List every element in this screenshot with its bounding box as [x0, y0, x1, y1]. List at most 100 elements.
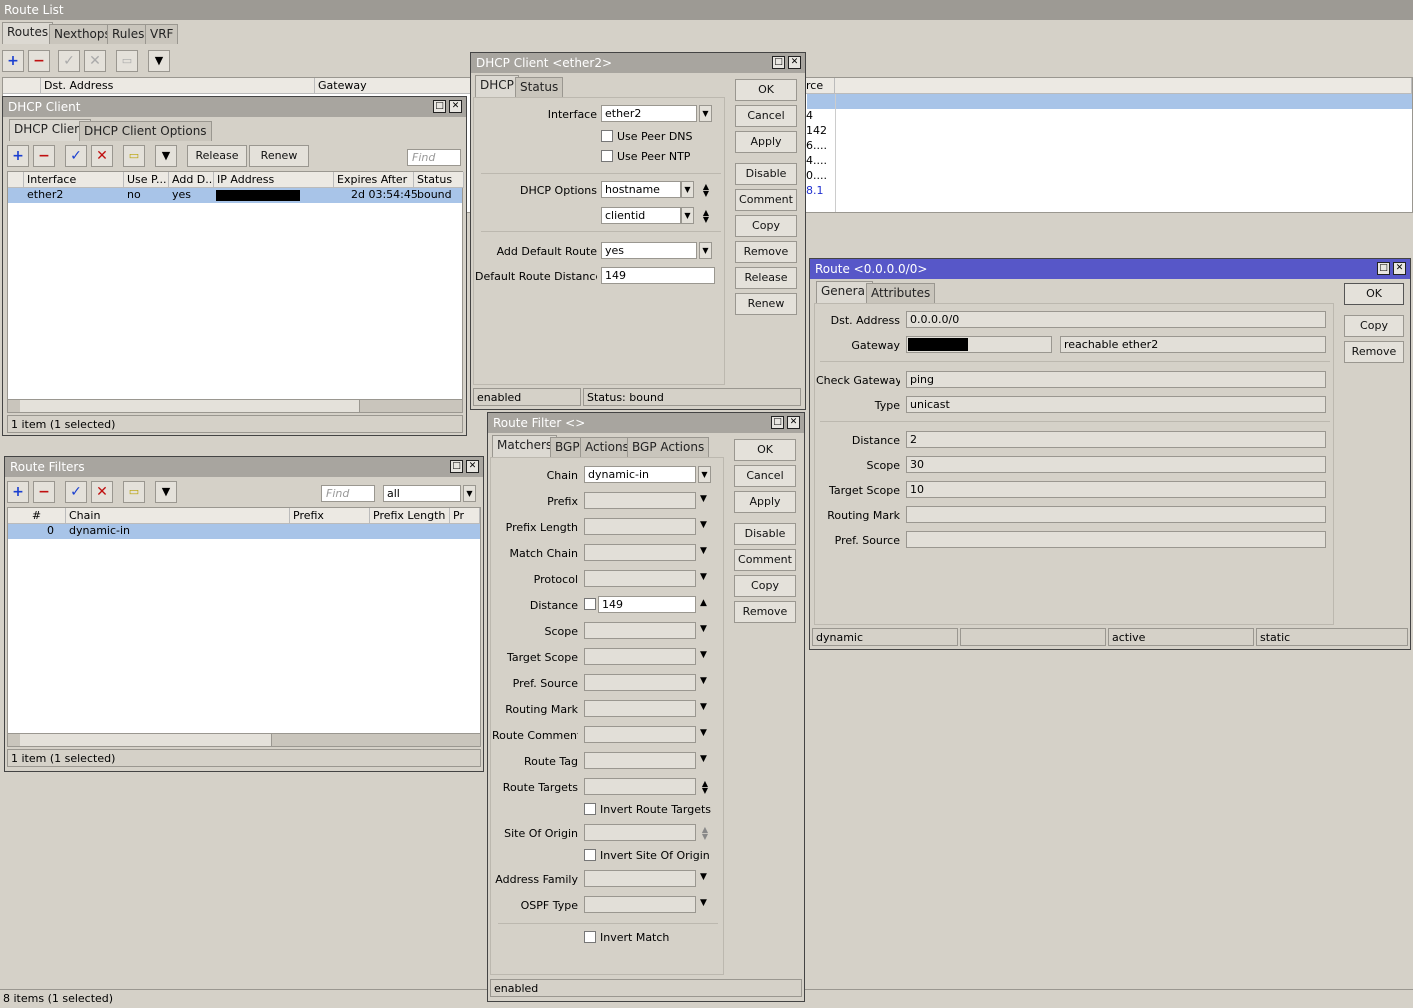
apply-button[interactable]: Apply [735, 131, 797, 153]
column-status[interactable]: Status [414, 172, 464, 188]
chevron-up-icon[interactable]: ▲ [700, 598, 707, 608]
match-chain-input[interactable] [584, 544, 696, 561]
comment-button[interactable]: Comment [735, 189, 797, 211]
selected-route-row[interactable] [807, 94, 1412, 109]
chevron-down-icon[interactable]: ▼ [681, 207, 694, 224]
tab-attributes[interactable]: Attributes [866, 283, 936, 303]
add-icon[interactable]: + [2, 50, 24, 72]
column-protocol[interactable]: Pr [450, 508, 480, 524]
tab-status[interactable]: Status [515, 77, 564, 97]
chevron-down-icon[interactable]: ▼ [700, 702, 707, 712]
disable-icon[interactable]: ✕ [84, 50, 106, 72]
comment-button[interactable]: Comment [734, 549, 796, 571]
chevron-down-icon[interactable]: ▼ [700, 728, 707, 738]
check-gateway-input[interactable]: ping [906, 371, 1326, 388]
prefix-length-input[interactable] [584, 518, 696, 535]
column-add-default[interactable]: Add D... [169, 172, 214, 188]
dhcp-option-clientid[interactable]: clientid [601, 207, 681, 224]
reorder-icon[interactable]: ▲ ▼ [701, 209, 711, 224]
scrollbar-thumb[interactable] [20, 734, 272, 746]
ospf-type-input[interactable] [584, 896, 696, 913]
enable-icon[interactable]: ✓ [58, 50, 80, 72]
chevron-down-icon[interactable]: ▼ [700, 872, 707, 882]
routing-mark-input[interactable] [584, 700, 696, 717]
invert-route-targets-checkbox[interactable] [584, 803, 596, 815]
ok-button[interactable]: OK [734, 439, 796, 461]
prefix-input[interactable] [584, 492, 696, 509]
copy-button[interactable]: Copy [734, 575, 796, 597]
renew-button[interactable]: Renew [735, 293, 797, 315]
tab-nexthops[interactable]: Nexthops [49, 24, 116, 44]
column-chain[interactable]: Chain [66, 508, 290, 524]
comment-icon[interactable]: ▭ [123, 145, 145, 167]
type-input[interactable]: unicast [906, 396, 1326, 413]
close-icon[interactable]: ✕ [466, 460, 479, 473]
maximize-icon[interactable]: □ [433, 100, 446, 113]
maximize-icon[interactable]: □ [772, 56, 785, 69]
chevron-down-icon[interactable]: ▼ [698, 466, 711, 483]
chain-input[interactable]: dynamic-in [584, 466, 696, 483]
route-comment-input[interactable] [584, 726, 696, 743]
chevron-down-icon[interactable]: ▼ [699, 105, 712, 122]
chevron-down-icon[interactable]: ▼ [700, 572, 707, 582]
routing-mark-input[interactable] [906, 506, 1326, 523]
target-scope-input[interactable] [584, 648, 696, 665]
ok-button[interactable]: OK [1344, 283, 1404, 305]
disable-button[interactable]: Disable [735, 163, 797, 185]
find-input[interactable]: Find [407, 149, 461, 166]
scope-input[interactable] [584, 622, 696, 639]
site-of-origin-input[interactable] [584, 824, 696, 841]
remove-icon[interactable]: − [33, 481, 55, 503]
use-peer-ntp-checkbox[interactable] [601, 150, 613, 162]
disable-icon[interactable]: ✕ [91, 481, 113, 503]
copy-button[interactable]: Copy [1344, 315, 1404, 337]
tab-general[interactable]: General [816, 281, 874, 303]
filter-icon[interactable]: ▼ [155, 481, 177, 503]
remove-button[interactable]: Remove [734, 601, 796, 623]
dst-address-input[interactable]: 0.0.0.0/0 [906, 311, 1326, 328]
filter-icon[interactable]: ▼ [155, 145, 177, 167]
enable-icon[interactable]: ✓ [65, 481, 87, 503]
chevron-down-icon[interactable]: ▼ [700, 546, 707, 556]
disable-button[interactable]: Disable [734, 523, 796, 545]
column-flags[interactable] [3, 78, 41, 94]
distance-input[interactable]: 149 [598, 596, 696, 613]
distance-input[interactable]: 2 [906, 431, 1326, 448]
tab-dhcp-client-options[interactable]: DHCP Client Options [79, 121, 212, 141]
column-prefix-length[interactable]: Prefix Length [370, 508, 450, 524]
close-icon[interactable]: ✕ [788, 56, 801, 69]
remove-button[interactable]: Remove [735, 241, 797, 263]
close-icon[interactable]: ✕ [1393, 262, 1406, 275]
remove-icon[interactable]: − [28, 50, 50, 72]
route-targets-input[interactable] [584, 778, 696, 795]
horizontal-scrollbar[interactable] [7, 399, 463, 413]
cancel-button[interactable]: Cancel [734, 465, 796, 487]
chevron-down-icon[interactable]: ▼ [699, 242, 712, 259]
column-prefix[interactable]: Prefix [290, 508, 370, 524]
route-tag-input[interactable] [584, 752, 696, 769]
column-use-peer[interactable]: Use P... [124, 172, 169, 188]
column-flags[interactable] [8, 172, 24, 188]
column-gateway[interactable]: Gateway [315, 78, 475, 94]
close-icon[interactable]: ✕ [787, 416, 800, 429]
disable-icon[interactable]: ✕ [91, 145, 113, 167]
scope-input[interactable]: 30 [906, 456, 1326, 473]
chevron-down-icon[interactable]: ▼ [463, 485, 476, 502]
use-peer-dns-checkbox[interactable] [601, 130, 613, 142]
reorder-icon[interactable]: ▲ ▼ [701, 183, 711, 198]
protocol-input[interactable] [584, 570, 696, 587]
tab-dhcp[interactable]: DHCP [475, 75, 519, 97]
spinner-icon[interactable]: ▲ ▼ [700, 826, 710, 841]
column-ip-address[interactable]: IP Address [214, 172, 334, 188]
chevron-down-icon[interactable]: ▼ [700, 676, 707, 686]
filter-icon[interactable]: ▼ [148, 50, 170, 72]
scrollbar-thumb[interactable] [20, 400, 360, 412]
comment-icon[interactable]: ▭ [116, 50, 138, 72]
add-icon[interactable]: + [7, 145, 29, 167]
chevron-down-icon[interactable]: ▼ [700, 754, 707, 764]
chevron-down-icon[interactable]: ▼ [700, 624, 707, 634]
column-expires-after[interactable]: Expires After [334, 172, 414, 188]
gateway-input[interactable] [906, 336, 1052, 353]
horizontal-scrollbar[interactable] [7, 733, 481, 747]
maximize-icon[interactable]: □ [450, 460, 463, 473]
